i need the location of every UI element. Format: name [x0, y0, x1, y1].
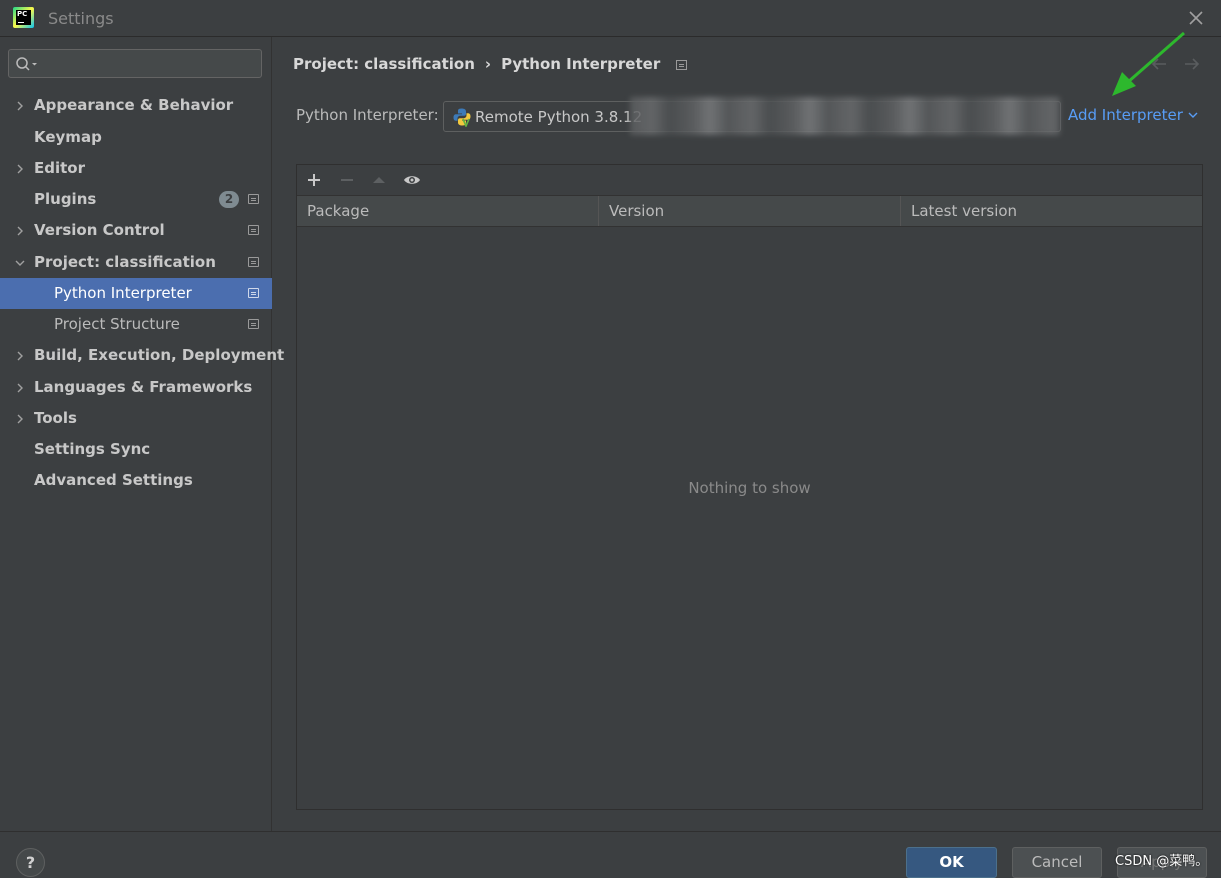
project-level-icon — [248, 319, 259, 329]
settings-search[interactable] — [8, 49, 262, 78]
chevron-right-icon[interactable] — [14, 100, 26, 112]
add-interpreter-label: Add Interpreter — [1068, 106, 1183, 124]
sidebar-item-keymap[interactable]: Keymap — [0, 122, 272, 153]
sidebar-item-build-execution-deployment[interactable]: Build, Execution, Deployment — [0, 340, 284, 371]
sidebar-item-label: Editor — [34, 159, 85, 177]
show-early-releases-eye-icon[interactable] — [403, 172, 421, 188]
annotation-arrow-icon — [1112, 31, 1185, 96]
sidebar-item-label: Languages & Frameworks — [34, 378, 253, 396]
search-input[interactable] — [45, 53, 255, 75]
chevron-down-icon[interactable] — [14, 257, 26, 269]
sidebar-item-appearance-behavior[interactable]: Appearance & Behavior — [0, 90, 272, 121]
project-level-icon — [676, 59, 688, 70]
packages-toolbar — [297, 165, 1202, 195]
python-interpreter-label: Python Interpreter: — [296, 106, 439, 124]
sidebar-item-version-control[interactable]: Version Control — [0, 215, 272, 246]
packages-table-body: Nothing to show — [297, 227, 1202, 809]
sidebar-item-label: Project Structure — [54, 315, 180, 333]
upgrade-package-icon[interactable] — [371, 172, 387, 188]
column-header-package[interactable]: Package — [297, 196, 598, 226]
python-remote-icon — [453, 108, 471, 127]
add-interpreter-link[interactable]: Add Interpreter — [1068, 106, 1198, 124]
sidebar-item-label: Version Control — [34, 221, 165, 239]
sidebar-item-label: Advanced Settings — [34, 471, 193, 489]
sidebar-item-label: Settings Sync — [34, 440, 151, 458]
plugins-update-badge: 2 — [219, 191, 239, 208]
packages-panel: Package Version Latest version Nothing t… — [296, 164, 1203, 810]
help-button[interactable]: ? — [16, 848, 45, 877]
sidebar-item-advanced-settings[interactable]: Advanced Settings — [0, 465, 272, 496]
sidebar-item-label: Project: classification — [34, 253, 216, 271]
title-bar: PC Settings — [0, 0, 1221, 37]
sidebar-item-editor[interactable]: Editor — [0, 153, 272, 184]
packages-table-header: Package Version Latest version — [297, 195, 1202, 227]
pycharm-logo-icon: PC — [13, 7, 34, 28]
chevron-right-icon[interactable] — [14, 225, 26, 237]
ok-button[interactable]: OK — [906, 847, 997, 878]
sidebar-item-tools[interactable]: Tools — [0, 403, 272, 434]
sidebar-item-label: Python Interpreter — [54, 284, 192, 302]
sidebar-item-label: Tools — [34, 409, 77, 427]
sidebar-item-python-interpreter[interactable]: Python Interpreter — [0, 278, 272, 309]
sidebar-item-label: Plugins — [34, 190, 97, 208]
add-package-icon[interactable] — [306, 172, 322, 188]
sidebar-item-label: Build, Execution, Deployment — [34, 346, 285, 364]
cancel-button[interactable]: Cancel — [1012, 847, 1102, 878]
sidebar-item-project-structure[interactable]: Project Structure — [0, 309, 272, 340]
breadcrumb-parent[interactable]: Project: classification — [293, 55, 475, 73]
project-level-icon — [248, 288, 259, 298]
search-icon — [16, 57, 37, 71]
close-icon[interactable] — [1185, 7, 1207, 29]
chevron-right-icon[interactable] — [14, 350, 26, 362]
project-level-icon — [248, 194, 259, 204]
window-title: Settings — [48, 9, 114, 28]
settings-sidebar: Appearance & Behavior Keymap Editor Plug… — [0, 37, 284, 831]
redacted-path-blur — [630, 97, 1060, 135]
breadcrumb-current: Python Interpreter — [501, 54, 661, 73]
chevron-right-icon[interactable] — [14, 413, 26, 425]
chevron-right-icon[interactable] — [14, 163, 26, 175]
python-interpreter-value: Remote Python 3.8.12 — [475, 108, 643, 126]
csdn-watermark: CSDN @菜鸭。 — [1115, 854, 1209, 869]
sidebar-item-plugins[interactable]: Plugins 2 — [0, 184, 272, 215]
chevron-down-icon — [1188, 112, 1198, 118]
sidebar-item-label: Keymap — [34, 128, 102, 146]
breadcrumb: Project: classification › Python Interpret… — [293, 54, 688, 76]
project-level-icon — [248, 225, 259, 235]
remove-package-icon[interactable] — [339, 172, 355, 188]
sidebar-item-settings-sync[interactable]: Settings Sync — [0, 434, 272, 465]
sidebar-item-project-classification[interactable]: Project: classification — [0, 247, 272, 278]
project-level-icon — [248, 257, 259, 267]
sidebar-item-label: Appearance & Behavior — [34, 96, 234, 114]
sidebar-item-languages-frameworks[interactable]: Languages & Frameworks — [0, 372, 272, 403]
column-header-latest-version[interactable]: Latest version — [900, 196, 1202, 226]
chevron-right-icon[interactable] — [14, 382, 26, 394]
empty-state-text: Nothing to show — [688, 479, 811, 497]
dialog-footer: ? OK Cancel Apply — [0, 831, 1221, 878]
column-header-version[interactable]: Version — [598, 196, 900, 226]
breadcrumb-separator-icon: › — [484, 54, 492, 73]
